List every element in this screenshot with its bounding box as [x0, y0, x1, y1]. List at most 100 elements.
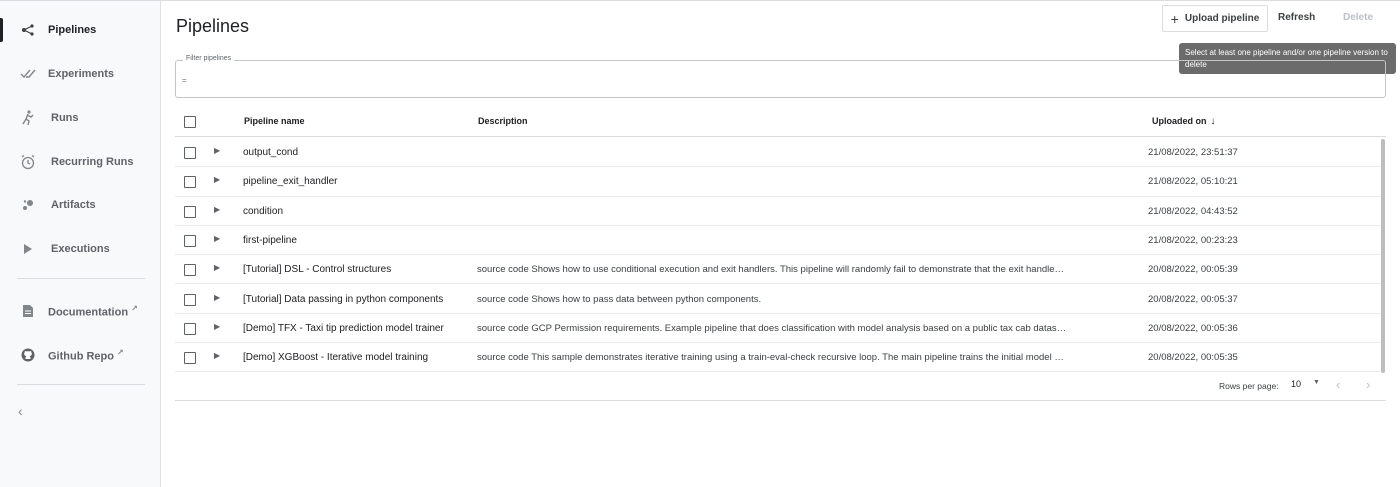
- github-label: Github Repo: [48, 350, 114, 363]
- sidebar-divider: [17, 278, 145, 279]
- external-link-icon: ↗: [131, 303, 138, 313]
- select-all-checkbox[interactable]: [184, 116, 196, 128]
- expand-arrow-icon[interactable]: ▶: [214, 263, 220, 272]
- uploaded-header-label: Uploaded on: [1152, 116, 1207, 126]
- table-row[interactable]: ▶ output_cond 21/08/2022, 23:51:37: [175, 138, 1382, 168]
- runs-icon: [18, 108, 38, 128]
- dropdown-arrow-icon: ▼: [1313, 379, 1320, 386]
- expand-arrow-icon[interactable]: ▶: [214, 175, 220, 184]
- expand-arrow-icon[interactable]: ▶: [214, 234, 220, 243]
- uploaded-date: 21/08/2022, 04:43:52: [1148, 205, 1238, 217]
- column-header-uploaded[interactable]: Uploaded on ↓: [1152, 116, 1216, 127]
- pipeline-name[interactable]: [Demo] TFX - Taxi tip prediction model t…: [243, 323, 444, 334]
- row-checkbox[interactable]: [184, 293, 196, 306]
- pipeline-description: source code GCP Permission requirements.…: [477, 322, 1067, 334]
- documentation-label: Documentation: [48, 306, 129, 319]
- table-row[interactable]: ▶ first-pipeline 21/08/2022, 00:23:23: [175, 226, 1382, 256]
- sidebar-item-pipelines[interactable]: Pipelines: [0, 10, 160, 50]
- pipeline-name[interactable]: pipeline_exit_handler: [243, 176, 338, 187]
- previous-page-chevron-icon[interactable]: ‹: [1336, 377, 1340, 392]
- uploaded-date: 21/08/2022, 05:10:21: [1148, 176, 1238, 188]
- table-scrollbar[interactable]: [1381, 139, 1385, 373]
- expand-arrow-icon[interactable]: ▶: [214, 205, 220, 214]
- sidebar-item-recurring-runs[interactable]: Recurring Runs: [0, 142, 160, 182]
- table-row[interactable]: ▶ condition 21/08/2022, 04:43:52: [175, 197, 1382, 226]
- sidebar-link-documentation[interactable]: Documentation ↗: [0, 291, 160, 331]
- pipeline-description: source code This sample demonstrates ite…: [477, 352, 1064, 364]
- row-checkbox[interactable]: [184, 352, 196, 365]
- pipeline-name[interactable]: [Tutorial] Data passing in python compon…: [243, 294, 443, 305]
- upload-pipeline-button[interactable]: + Upload pipeline: [1162, 5, 1268, 32]
- sidebar-item-executions[interactable]: Executions: [0, 229, 160, 269]
- app-root: Pipelines Experiments Runs Recurring Run…: [0, 0, 1400, 487]
- plus-icon: +: [1170, 10, 1179, 27]
- sidebar-item-artifacts[interactable]: Artifacts: [0, 185, 160, 225]
- table-row[interactable]: ▶ pipeline_exit_handler 21/08/2022, 05:1…: [175, 167, 1382, 197]
- experiments-icon: [18, 64, 38, 84]
- row-checkbox[interactable]: [184, 176, 196, 189]
- table-header: Pipeline name Description Uploaded on ↓: [175, 107, 1386, 137]
- sidebar-item-label: Pipelines: [48, 24, 97, 36]
- sidebar-link-github[interactable]: Github Repo ↗: [0, 335, 160, 375]
- alarm-icon: [18, 152, 38, 172]
- table-row[interactable]: ▶ [Tutorial] Data passing in python comp…: [175, 285, 1382, 314]
- row-checkbox[interactable]: [184, 205, 196, 218]
- footer-divider: [175, 400, 1386, 401]
- delete-button: Delete: [1343, 12, 1374, 23]
- row-checkbox[interactable]: [184, 234, 196, 247]
- expand-arrow-icon[interactable]: ▶: [214, 293, 220, 302]
- external-link-icon: ↗: [117, 347, 124, 357]
- upload-pipeline-label: Upload pipeline: [1184, 13, 1260, 24]
- sidebar-item-label: Experiments: [48, 68, 115, 80]
- sidebar-divider: [17, 384, 145, 385]
- page-title: Pipelines: [176, 16, 250, 36]
- expand-arrow-icon[interactable]: ▶: [214, 351, 220, 360]
- sidebar-item-runs[interactable]: Runs: [0, 98, 160, 138]
- sidebar-item-label: Artifacts: [51, 199, 96, 211]
- expand-arrow-icon[interactable]: ▶: [214, 146, 220, 155]
- pipeline-name[interactable]: first-pipeline: [243, 235, 297, 246]
- sidebar-item-experiments[interactable]: Experiments: [0, 54, 160, 94]
- sidebar: Pipelines Experiments Runs Recurring Run…: [0, 1, 161, 487]
- table-row[interactable]: ▶ [Tutorial] DSL - Control structures so…: [175, 255, 1382, 285]
- github-icon: [18, 345, 38, 365]
- filter-input[interactable]: [182, 73, 1372, 87]
- table-row[interactable]: ▶ [Demo] TFX - Taxi tip prediction model…: [175, 314, 1382, 344]
- row-checkbox[interactable]: [184, 264, 196, 277]
- collapse-sidebar-chevron-icon[interactable]: ‹: [18, 403, 32, 421]
- rows-per-page-select[interactable]: 10 ▼: [1291, 379, 1325, 393]
- next-page-chevron-icon[interactable]: ›: [1366, 377, 1370, 392]
- row-checkbox[interactable]: [184, 147, 196, 159]
- pipeline-name[interactable]: [Demo] XGBoost - Iterative model trainin…: [243, 352, 428, 363]
- column-header-name[interactable]: Pipeline name: [244, 116, 305, 126]
- artifacts-icon: [18, 195, 38, 215]
- sidebar-item-label: Executions: [51, 243, 110, 255]
- sidebar-item-label: Recurring Runs: [51, 156, 134, 168]
- pipeline-description: source code Shows how to pass data betwe…: [477, 293, 762, 305]
- sidebar-link-label: Github Repo ↗: [48, 348, 124, 363]
- sidebar-link-label: Documentation ↗: [48, 304, 138, 319]
- uploaded-date: 21/08/2022, 00:23:23: [1148, 234, 1238, 246]
- uploaded-date: 21/08/2022, 23:51:37: [1148, 147, 1238, 158]
- document-icon: [18, 301, 38, 321]
- uploaded-date: 20/08/2022, 00:05:35: [1148, 352, 1238, 364]
- column-header-description[interactable]: Description: [478, 116, 528, 126]
- play-icon: [18, 239, 38, 259]
- rows-per-page-label: Rows per page:: [1219, 381, 1279, 391]
- refresh-button[interactable]: Refresh: [1278, 12, 1315, 23]
- pipeline-name[interactable]: output_cond: [243, 147, 298, 158]
- uploaded-date: 20/08/2022, 00:05:36: [1148, 322, 1238, 334]
- row-checkbox[interactable]: [184, 322, 196, 335]
- pipeline-name[interactable]: [Tutorial] DSL - Control structures: [243, 264, 391, 275]
- pipeline-description: source code Shows how to use conditional…: [477, 264, 1065, 276]
- pipelines-icon: [18, 20, 38, 40]
- uploaded-date: 20/08/2022, 00:05:39: [1148, 264, 1238, 276]
- rows-per-page-value: 10: [1291, 379, 1302, 389]
- pipeline-name[interactable]: condition: [243, 206, 283, 217]
- sort-down-arrow-icon: ↓: [1210, 116, 1216, 127]
- filter-label: Filter pipelines: [183, 55, 235, 62]
- table-row[interactable]: ▶ [Demo] XGBoost - Iterative model train…: [175, 343, 1382, 373]
- sidebar-item-label: Runs: [51, 112, 79, 124]
- expand-arrow-icon[interactable]: ▶: [214, 322, 220, 331]
- uploaded-date: 20/08/2022, 00:05:37: [1148, 293, 1238, 305]
